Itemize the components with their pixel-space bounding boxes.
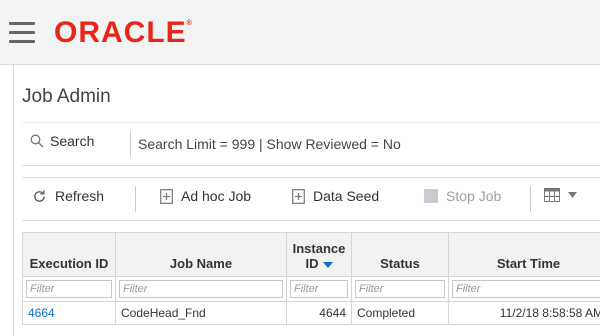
filter-row — [22, 276, 600, 302]
divider — [135, 186, 136, 212]
table-icon — [544, 188, 560, 202]
stop-icon — [424, 189, 438, 203]
column-header-instance-id[interactable]: Instance ID — [286, 232, 352, 277]
stop-job-label: Stop Job — [446, 188, 502, 204]
data-seed-button[interactable]: Data Seed — [292, 188, 379, 204]
search-criteria[interactable]: Search Limit = 999 | Show Reviewed = No — [138, 136, 401, 152]
oracle-logo[interactable]: ORACLE® — [54, 16, 192, 50]
add-document-icon — [160, 188, 173, 204]
filter-instance-id[interactable] — [290, 280, 348, 298]
status-cell: Completed — [351, 301, 449, 325]
content-left-border — [13, 64, 14, 336]
refresh-icon — [34, 190, 45, 202]
table-header-row: Execution ID Job Name Instance ID Status… — [22, 232, 600, 277]
divider — [530, 186, 531, 212]
divider — [130, 131, 131, 157]
view-menu-button[interactable] — [544, 188, 585, 202]
refresh-label: Refresh — [55, 188, 105, 204]
column-header-start-time[interactable]: Start Time — [448, 232, 600, 277]
job-name-cell: CodeHead_Fnd — [115, 301, 287, 325]
search-bar: Search Search Limit = 999 | Show Reviewe… — [22, 122, 600, 166]
search-button[interactable]: Search — [30, 133, 94, 149]
column-header-execution-id[interactable]: Execution ID — [22, 232, 116, 277]
filter-start-time[interactable] — [452, 280, 600, 298]
column-header-status[interactable]: Status — [351, 232, 449, 277]
data-seed-label: Data Seed — [313, 188, 380, 204]
search-button-label: Search — [50, 133, 95, 149]
table-row[interactable]: 4664 CodeHead_Fnd 4644 Completed 11/2/18… — [22, 301, 600, 325]
page-title: Job Admin — [22, 86, 111, 107]
toolbar: Refresh Ad hoc Job Data Seed Stop Job — [22, 177, 600, 221]
sort-descending-icon — [322, 261, 333, 268]
menu-icon[interactable] — [9, 22, 35, 44]
stop-job-button[interactable]: Stop Job — [424, 188, 501, 204]
execution-id-link[interactable]: 4664 — [22, 301, 116, 325]
filter-status[interactable] — [355, 280, 445, 298]
jobs-table: Execution ID Job Name Instance ID Status… — [22, 232, 600, 325]
app-header: ORACLE® — [0, 0, 600, 65]
add-document-icon — [292, 188, 305, 204]
instance-id-cell: 4644 — [286, 301, 352, 325]
chevron-down-icon — [568, 192, 577, 198]
column-header-job-name[interactable]: Job Name — [115, 232, 287, 277]
adhoc-job-label: Ad hoc Job — [181, 188, 252, 204]
refresh-button[interactable]: Refresh — [32, 188, 104, 204]
adhoc-job-button[interactable]: Ad hoc Job — [160, 188, 251, 204]
filter-execution-id[interactable] — [26, 280, 112, 298]
start-time-cell: 11/2/18 8:58:58 AM — [448, 301, 600, 325]
filter-job-name[interactable] — [119, 280, 283, 298]
search-icon — [30, 134, 44, 148]
